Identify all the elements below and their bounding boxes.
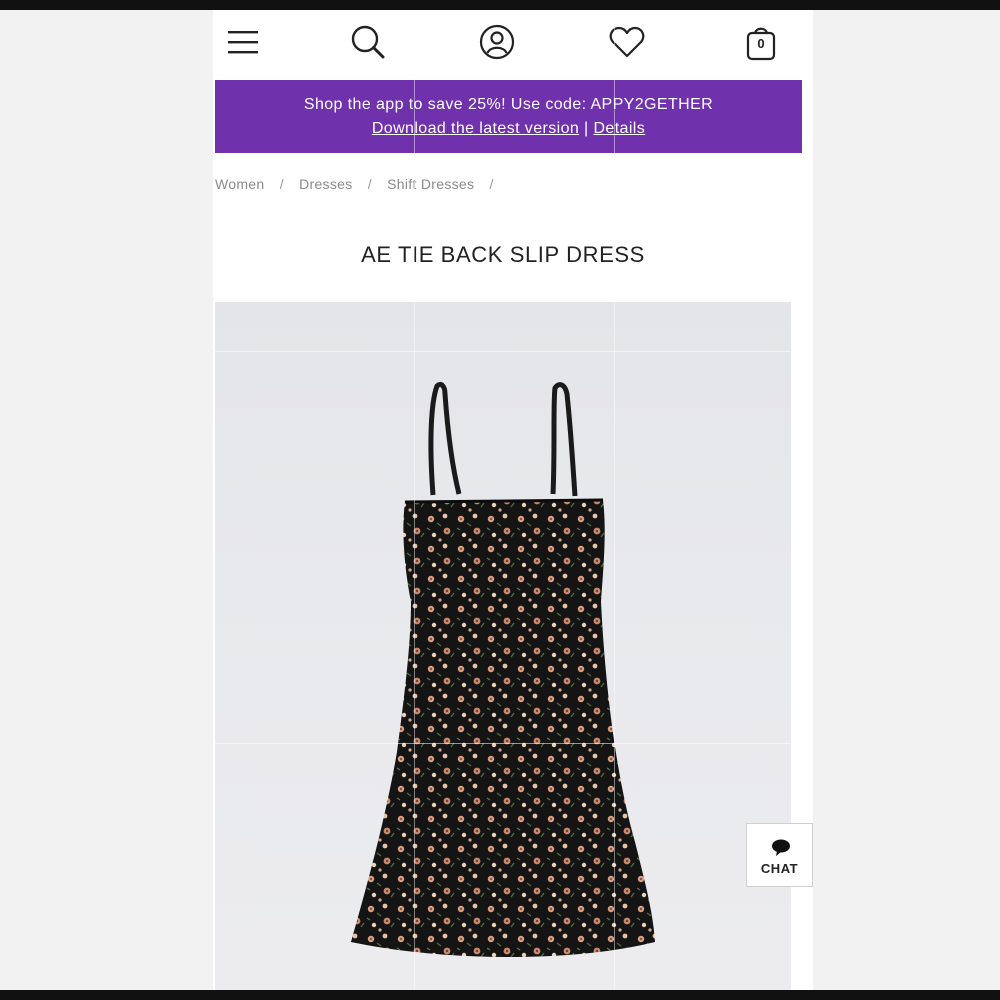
site-header: 0	[213, 10, 813, 80]
product-title: AE TIE BACK SLIP DRESS	[361, 242, 645, 267]
promo-banner: Shop the app to save 25%! Use code: APPY…	[215, 80, 802, 153]
top-border	[0, 0, 1000, 10]
breadcrumb-women[interactable]: Women	[215, 176, 264, 192]
promo-links: Download the latest version | Details	[215, 120, 802, 138]
grid-overlay-line	[414, 10, 415, 990]
bag-icon[interactable]: 0	[741, 22, 781, 62]
breadcrumb: Women / Dresses / Shift Dresses /	[215, 176, 505, 192]
chat-bubble-icon	[772, 839, 790, 856]
grid-overlay-line	[614, 10, 615, 990]
breadcrumb-separator: /	[489, 176, 494, 192]
dress-illustration	[351, 381, 655, 957]
heart-icon[interactable]	[607, 22, 647, 62]
chat-label: CHAT	[760, 861, 799, 876]
download-app-link[interactable]: Download the latest version	[372, 120, 579, 137]
bottom-border	[0, 990, 1000, 1000]
product-image[interactable]	[215, 302, 791, 990]
breadcrumb-dresses[interactable]: Dresses	[299, 176, 352, 192]
details-link[interactable]: Details	[593, 120, 645, 137]
promo-message: Shop the app to save 25%! Use code: APPY…	[303, 96, 714, 113]
breadcrumb-separator: /	[367, 176, 372, 192]
promo-separator: |	[584, 120, 589, 137]
breadcrumb-separator: /	[279, 176, 284, 192]
account-icon[interactable]	[477, 22, 517, 62]
cart-count-badge: 0	[757, 36, 765, 51]
breadcrumb-shift-dresses[interactable]: Shift Dresses	[387, 176, 474, 192]
chat-button[interactable]: CHAT	[746, 823, 813, 887]
grid-overlay-line	[213, 743, 813, 744]
mobile-page: 0 Shop the app to save 25%! Use code: AP…	[213, 10, 813, 990]
search-icon[interactable]	[348, 22, 388, 62]
grid-overlay-line	[213, 351, 813, 352]
menu-icon[interactable]	[223, 22, 263, 62]
